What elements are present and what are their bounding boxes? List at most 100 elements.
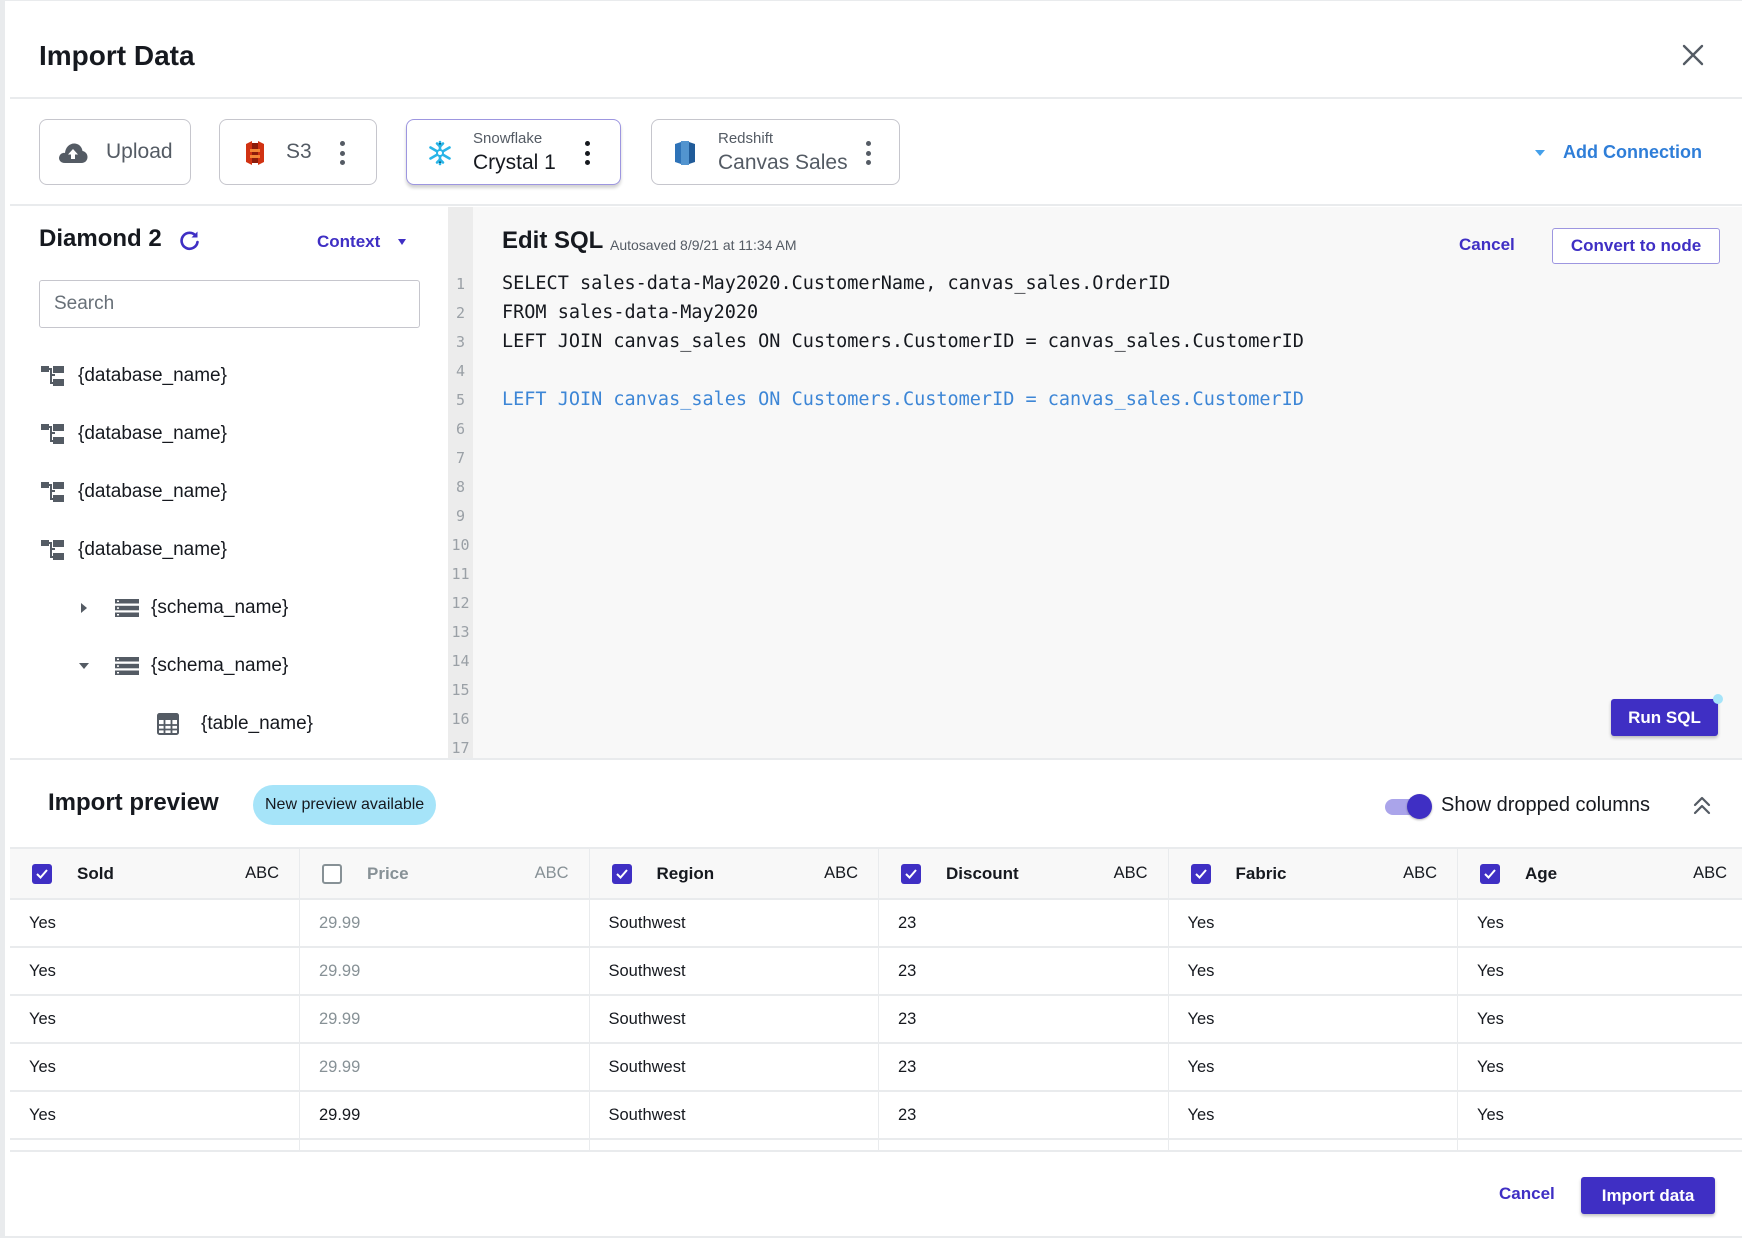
convert-to-node-button[interactable]: Convert to node [1552, 228, 1720, 264]
dialog-footer: Cancel Import data [10, 1151, 1742, 1237]
new-preview-badge: New preview available [253, 785, 437, 825]
column-name: Region [656, 863, 715, 883]
line-number: 2 [455, 304, 466, 322]
database-icon [41, 540, 64, 560]
upload-label: Upload [106, 140, 173, 163]
column-name: Price [367, 863, 409, 883]
table-cell: Southwest [589, 947, 879, 996]
sql-line: FROM sales-data-May2020 [502, 302, 759, 323]
table-cell: Yes [10, 1043, 300, 1092]
tree-item-database[interactable]: {database_name} [40, 423, 227, 445]
search-input[interactable] [39, 280, 420, 328]
table-row-partial [10, 1139, 1742, 1152]
refresh-icon[interactable] [179, 229, 201, 251]
browser-title: Diamond 2 [39, 225, 162, 252]
tree-item-schema[interactable]: {schema_name} [76, 655, 288, 677]
import-data-button[interactable]: Import data [1581, 1177, 1715, 1214]
table-cell: 23 [878, 899, 1169, 948]
column-type: ABC [534, 864, 569, 882]
line-number: 11 [451, 565, 470, 583]
tree-item-database[interactable]: {database_name} [40, 539, 227, 561]
snowflake-tile[interactable]: Snowflake Crystal 1 [406, 119, 621, 185]
line-number: 13 [451, 623, 470, 641]
table-row: Yes 29.99 Southwest 23 Yes Yes [10, 1091, 1742, 1140]
close-icon[interactable] [1680, 42, 1706, 68]
caret-down-icon [1535, 149, 1546, 156]
s3-tile[interactable]: S3 [219, 119, 377, 185]
tree-item-schema[interactable]: {schema_name} [76, 597, 288, 619]
database-icon [41, 366, 64, 386]
tree-item-database[interactable]: {database_name} [40, 365, 227, 387]
database-icon [41, 424, 64, 444]
schema-icon [115, 657, 139, 675]
notification-dot [1713, 694, 1723, 704]
redshift-tile[interactable]: Redshift Canvas Sales [651, 119, 900, 185]
line-number: 1 [455, 275, 466, 293]
tree-item-table[interactable]: {table_name} [157, 713, 313, 735]
caret-right-icon[interactable] [76, 600, 92, 616]
table-cell: 23 [878, 1091, 1169, 1140]
s3-more-icon[interactable] [338, 141, 346, 165]
snowflake-type: Snowflake [473, 130, 543, 147]
table-cell: Yes [1168, 995, 1458, 1044]
sql-line-highlighted: LEFT JOIN canvas_sales ON Customers.Cust… [502, 389, 1304, 410]
table-cell: 23 [878, 1043, 1169, 1092]
show-dropped-columns-toggle[interactable] [1385, 794, 1432, 819]
column-checkbox-checked[interactable] [611, 863, 632, 884]
column-header-region: Region ABC [589, 847, 879, 900]
line-number: 3 [455, 333, 466, 351]
import-preview-section: Import preview New preview available Sho… [10, 758, 1742, 1152]
snowflake-icon [425, 140, 455, 166]
column-checkbox-checked[interactable] [1480, 863, 1500, 884]
tree-item-label: {database_name} [78, 423, 227, 444]
column-header-discount: Discount ABC [878, 847, 1169, 900]
table-cell: Southwest [589, 995, 879, 1044]
table-cell: Yes [1457, 1091, 1742, 1140]
table-row: Yes 29.99 Southwest 23 Yes Yes [10, 995, 1742, 1044]
table-cell: Yes [1168, 899, 1458, 948]
add-connection-label: Add Connection [1563, 142, 1702, 162]
table-cell: Yes [1168, 947, 1458, 996]
column-checkbox-checked[interactable] [1190, 863, 1211, 884]
collapse-icon[interactable] [1692, 795, 1712, 817]
add-connection-button[interactable]: Add Connection [1535, 142, 1702, 163]
schema-icon [115, 599, 139, 617]
column-checkbox-checked[interactable] [32, 863, 52, 884]
run-sql-button[interactable]: Run SQL [1611, 694, 1723, 736]
table-cell: Southwest [589, 1091, 879, 1140]
cancel-button[interactable]: Cancel [1499, 1184, 1555, 1204]
sql-editor[interactable]: 1 2 3 4 5 6 7 8 9 10 11 12 13 14 15 16 1… [448, 207, 1742, 758]
line-number: 5 [455, 391, 466, 409]
snowflake-more-icon[interactable] [583, 141, 591, 165]
caret-down-icon[interactable] [76, 658, 92, 674]
tree-item-label: {schema_name} [151, 655, 289, 676]
context-dropdown[interactable]: Context [317, 232, 407, 252]
import-preview-title: Import preview [48, 789, 219, 816]
tree-item-label: {database_name} [78, 539, 227, 560]
table-cell: 29.99 [299, 1091, 590, 1140]
line-number: 17 [451, 739, 470, 757]
line-number: 15 [451, 681, 470, 699]
column-name: Discount [946, 863, 1019, 883]
column-checkbox-checked[interactable] [901, 863, 921, 884]
s3-label: S3 [286, 140, 312, 163]
editor-cancel-button[interactable]: Cancel [1459, 235, 1515, 255]
table-cell: Southwest [589, 899, 879, 948]
line-number: 10 [451, 536, 470, 554]
tree-item-database[interactable]: {database_name} [40, 481, 227, 503]
column-type: ABC [824, 864, 858, 882]
show-dropped-columns-label: Show dropped columns [1441, 794, 1651, 816]
table-cell: Yes [1168, 1043, 1458, 1092]
autosave-status: Autosaved 8/9/21 at 11:34 AM [610, 237, 797, 253]
upload-tile[interactable]: Upload [39, 119, 191, 185]
column-checkbox-unchecked[interactable] [322, 863, 342, 884]
table-cell: 29.99 [299, 995, 590, 1044]
database-icon [41, 482, 64, 502]
table-header-row: Sold ABC Price ABC Region ABC Discount A… [10, 847, 1742, 900]
column-header-price: Price ABC [299, 847, 590, 900]
line-number: 16 [451, 710, 470, 728]
line-number-gutter: 1 2 3 4 5 6 7 8 9 10 11 12 13 14 15 16 1… [448, 207, 473, 758]
redshift-more-icon[interactable] [864, 141, 872, 165]
edit-sql-title: Edit SQL [502, 227, 604, 254]
column-type: ABC [1403, 864, 1437, 882]
